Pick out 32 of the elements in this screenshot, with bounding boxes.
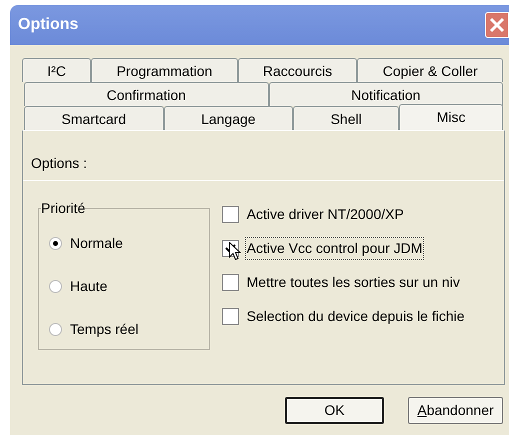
radio-label[interactable]: Normale [70, 233, 123, 254]
radio-label[interactable]: Haute [70, 276, 108, 297]
checkbox-label[interactable]: Active Vcc control pour JDM [246, 238, 424, 259]
radio-label[interactable]: Temps réel [70, 319, 138, 340]
tab[interactable]: Langage [164, 106, 294, 130]
checkbox[interactable] [222, 308, 239, 325]
dialog-button[interactable]: Abandonner [408, 397, 503, 424]
radio-button[interactable] [49, 323, 62, 336]
tab[interactable]: Smartcard [24, 106, 164, 130]
close-button[interactable] [485, 12, 509, 38]
radio-button[interactable] [49, 280, 62, 293]
checkbox-label[interactable]: Selection du device depuis le fichie [246, 306, 466, 327]
cursor-icon [228, 242, 241, 261]
close-icon [488, 16, 506, 34]
checkmark-icon [224, 243, 236, 254]
tab[interactable]: Programmation [91, 58, 238, 82]
checkbox[interactable] [222, 206, 239, 223]
checkbox-label[interactable]: Mettre toutes les sorties sur un niv [246, 272, 461, 293]
tab[interactable]: Confirmation [24, 82, 269, 106]
tab[interactable]: Misc [399, 104, 504, 130]
checkbox-label[interactable]: Active driver NT/2000/XP [246, 204, 405, 225]
window-title: Options [18, 15, 78, 35]
section-title: Options : [31, 154, 88, 173]
tab[interactable]: Copier & Coller [357, 58, 503, 82]
checkbox[interactable] [222, 274, 239, 291]
tab[interactable]: I²C [22, 58, 92, 82]
tab[interactable]: Raccourcis [238, 58, 358, 82]
dialog-button[interactable]: OK [285, 397, 384, 424]
group-title: Priorité [41, 200, 86, 216]
radio-button[interactable] [49, 237, 62, 250]
tab[interactable]: Notification [268, 82, 504, 106]
tab[interactable]: Shell [293, 106, 400, 130]
